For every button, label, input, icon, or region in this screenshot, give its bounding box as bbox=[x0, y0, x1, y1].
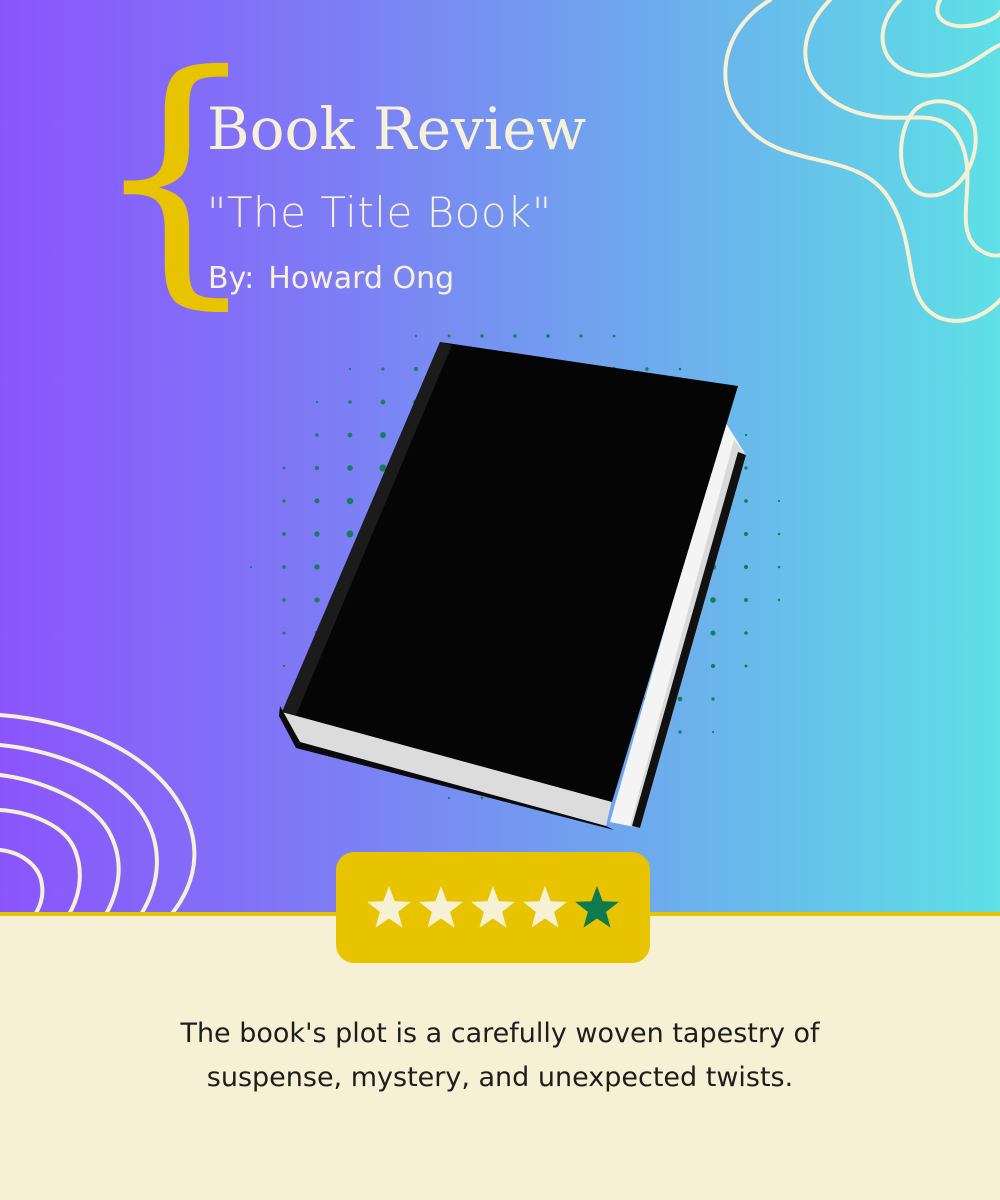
hero-background: { Book Review "The Title Book" By: Howard… bbox=[0, 0, 1000, 916]
review-text: The book's plot is a carefully woven tap… bbox=[100, 1012, 900, 1100]
book-title: "The Title Book" bbox=[207, 188, 552, 237]
star-filled-icon bbox=[471, 885, 515, 928]
star-filled-icon bbox=[367, 885, 411, 928]
star-rating-badge bbox=[336, 852, 650, 963]
author-label: By: bbox=[208, 261, 255, 296]
book-review-card: { Book Review "The Title Book" By: Howard… bbox=[0, 0, 1000, 1200]
author-name: Howard Ong bbox=[268, 261, 455, 296]
star-empty-icon bbox=[575, 885, 619, 928]
review-line-2: suspense, mystery, and unexpected twists… bbox=[206, 1062, 794, 1093]
review-line-1: The book's plot is a carefully woven tap… bbox=[180, 1018, 820, 1049]
page-title: Book Review bbox=[207, 95, 587, 163]
star-filled-icon bbox=[523, 885, 567, 928]
author-line: By: Howard Ong bbox=[208, 261, 454, 296]
star-filled-icon bbox=[419, 885, 463, 928]
